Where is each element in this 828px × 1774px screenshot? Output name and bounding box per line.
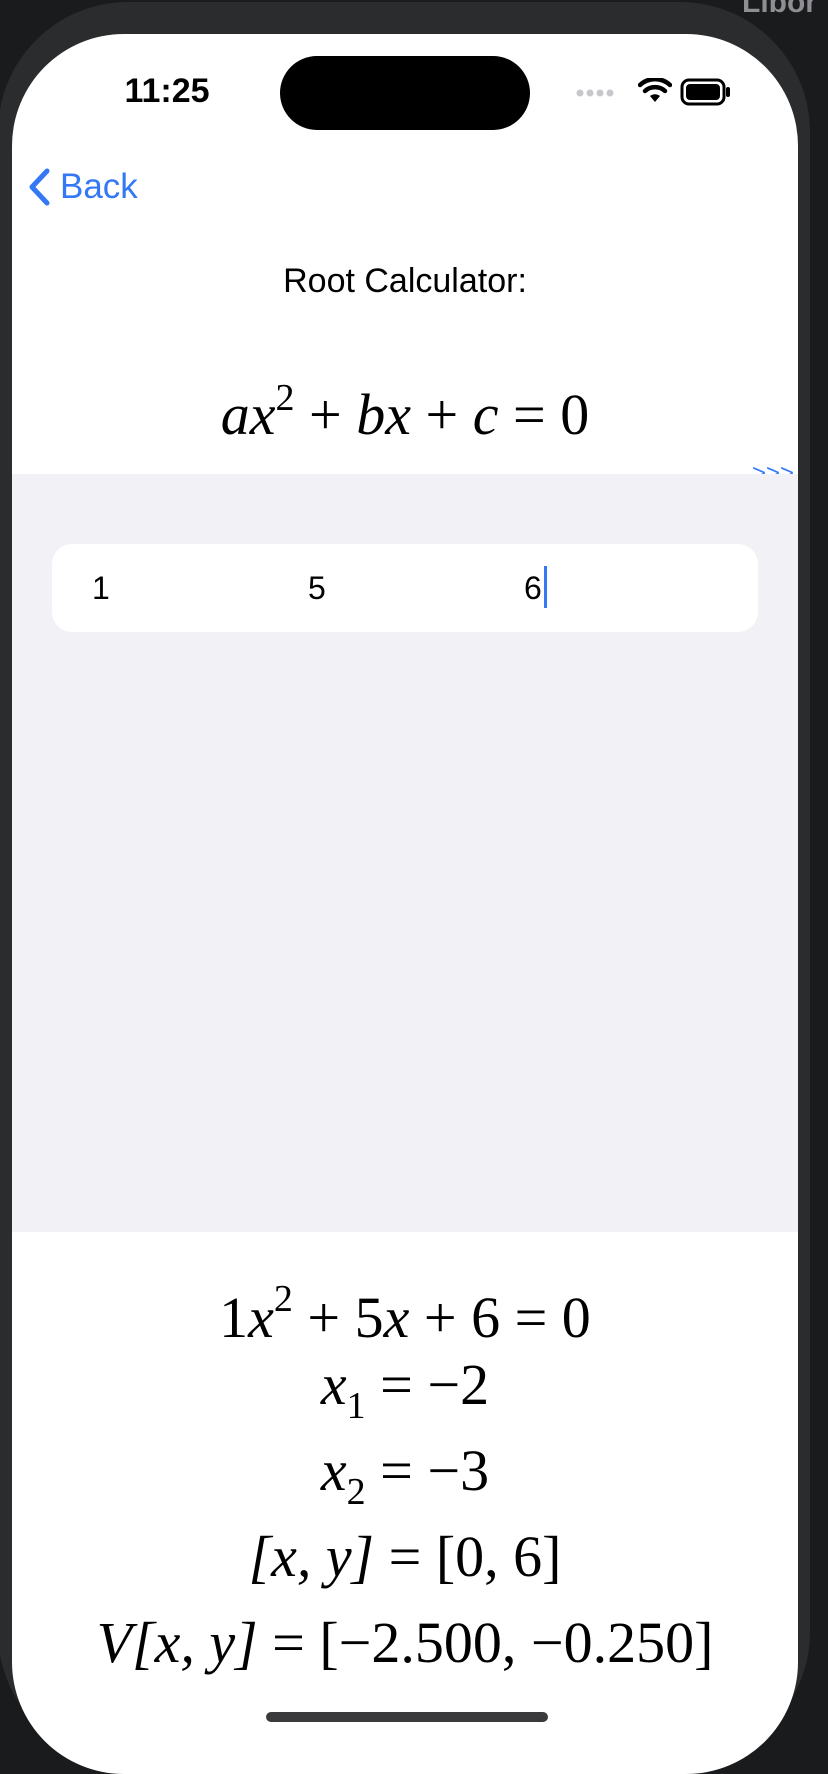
screen: 11:25 Back Root Calculator: ax2 + bx + c… (12, 34, 798, 1774)
coefficient-b-input[interactable] (308, 566, 458, 610)
cellular-signal-icon (576, 89, 614, 97)
vertex: V[x, y] = [−2.500, −0.250] (96, 1610, 714, 1675)
chevron-left-icon (29, 168, 50, 206)
text-cursor (544, 566, 547, 608)
root-x1: x1 = −2 (320, 1352, 490, 1427)
results-panel: 1x2 + 5x + 6 = 0 x1 = −2 x2 = −3 [x, y] … (12, 1256, 798, 1686)
status-time: 11:25 (124, 72, 210, 110)
wifi-icon (638, 78, 672, 102)
y-intercept: [x, y] = [0, 6] (248, 1524, 562, 1589)
blurred-subtitle (302, 296, 552, 327)
back-button[interactable]: Back (26, 162, 138, 212)
general-formula: ax2 + bx + c = 0 (220, 377, 590, 447)
coefficient-a-input[interactable] (92, 566, 242, 610)
phone-frame: 11:25 Back Root Calculator: ax2 + bx + c… (0, 2, 810, 1774)
dynamic-island (280, 56, 530, 130)
battery-icon (680, 78, 730, 106)
root-x2: x2 = −3 (320, 1438, 490, 1513)
back-label: Back (60, 167, 138, 206)
home-indicator (266, 1712, 548, 1722)
form-area (12, 474, 798, 1232)
coefficient-input-row (52, 544, 758, 632)
result-equation: 1x2 + 5x + 6 = 0 (219, 1278, 591, 1350)
